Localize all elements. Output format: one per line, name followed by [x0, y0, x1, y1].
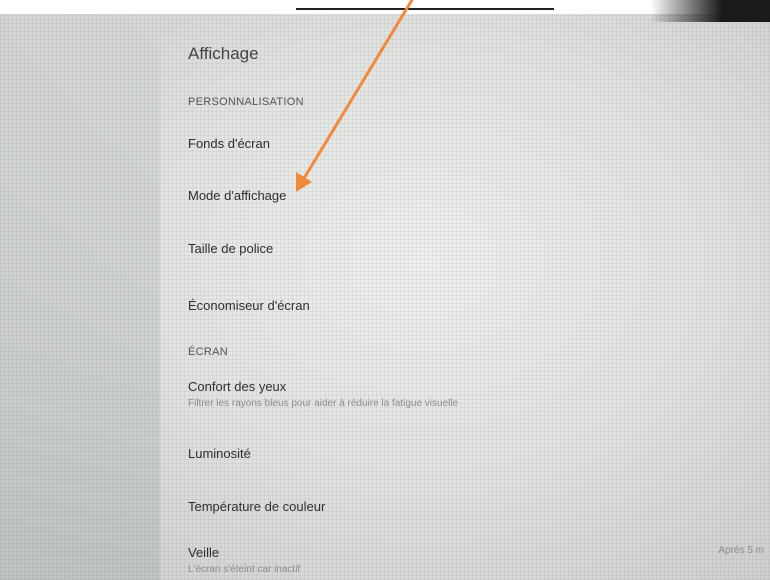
settings-item-display-mode[interactable]: Mode d'affichage	[188, 188, 286, 203]
caption-underline	[296, 8, 554, 10]
settings-item-eye-comfort[interactable]: Confort des yeux	[188, 379, 286, 394]
settings-item-color-temperature[interactable]: Température de couleur	[188, 499, 325, 514]
settings-item-eye-comfort-subtitle: Filtrer les rayons bleus pour aider à ré…	[188, 398, 459, 409]
page-title: Affichage	[188, 44, 259, 63]
settings-item-sleep[interactable]: Veille	[188, 545, 219, 560]
settings-item-sleep-subtitle: L'écran s'éteint car inactif	[188, 564, 301, 575]
settings-item-wallpaper[interactable]: Fonds d'écran	[188, 136, 270, 151]
section-header-ecran: ÉCRAN	[188, 346, 229, 358]
left-navigation-panel	[0, 0, 160, 580]
sleep-value: Après 5 m	[718, 545, 764, 556]
top-right-dark-edge	[650, 0, 770, 22]
settings-item-font-size[interactable]: Taille de police	[188, 241, 273, 256]
settings-item-screensaver[interactable]: Économiseur d'écran	[188, 298, 310, 313]
section-header-personnalisation: PERSONNALISATION	[188, 96, 304, 108]
settings-item-brightness[interactable]: Luminosité	[188, 446, 251, 461]
photographed-tablet-screen: Affichage PERSONNALISATION Fonds d'écran…	[0, 0, 770, 580]
